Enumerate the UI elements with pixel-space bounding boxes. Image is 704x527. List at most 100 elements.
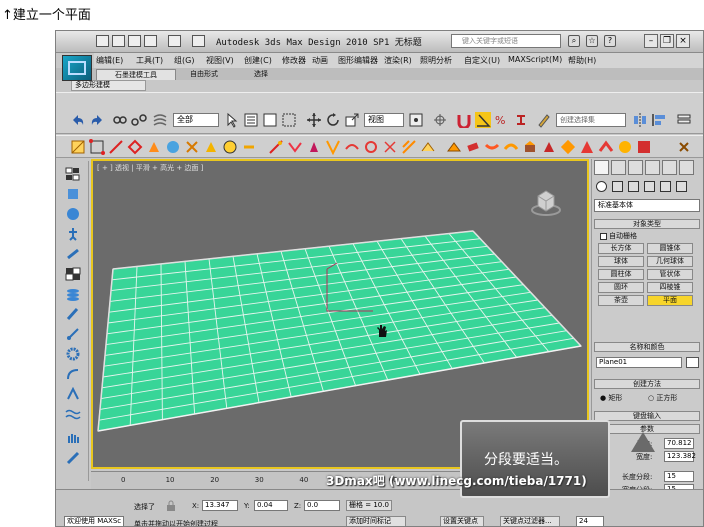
tube-button[interactable]: 管状体	[647, 269, 693, 280]
weld-icon[interactable]	[579, 139, 595, 155]
menu-views[interactable]: 视图(V)	[206, 55, 234, 66]
key-filters-button[interactable]: 关键点过滤器...	[500, 516, 560, 526]
square-radio[interactable]: ○ 正方形	[648, 393, 677, 403]
menu-graph-editors[interactable]: 图形编辑器	[338, 55, 378, 66]
cone-button[interactable]: 圆锥体	[647, 243, 693, 254]
maxscript-listener[interactable]: 欢迎使用 MAXSc	[64, 516, 124, 526]
link-icon[interactable]	[112, 112, 128, 128]
rotate-icon[interactable]	[325, 112, 341, 128]
menu-create[interactable]: 创建(C)	[244, 55, 272, 66]
checker-icon[interactable]	[65, 267, 81, 281]
swift-loop-icon[interactable]	[268, 139, 284, 155]
lock-icon[interactable]	[166, 500, 176, 512]
undo-arrow-icon[interactable]	[70, 112, 86, 128]
more-tools-icon[interactable]	[676, 139, 692, 155]
menu-maxscript[interactable]: MAXScript(M)	[508, 55, 562, 64]
set-key-button[interactable]: 设置关键点	[440, 516, 484, 526]
menu-help[interactable]: 帮助(H)	[568, 55, 596, 66]
viewcube-icon[interactable]	[530, 186, 562, 218]
search-input[interactable]: 键入关键字或短语	[451, 34, 561, 48]
inset-icon[interactable]	[484, 139, 500, 155]
menu-edit[interactable]: 编辑(E)	[96, 55, 123, 66]
shift-icon[interactable]	[363, 139, 379, 155]
name-color-header[interactable]: 名称和颜色	[594, 342, 700, 352]
pivot-center-icon[interactable]	[408, 112, 424, 128]
reference-coord-select[interactable]: 视图	[364, 113, 404, 127]
object-type-header[interactable]: 对象类型	[594, 219, 700, 229]
pyramid-tool-icon[interactable]	[203, 139, 219, 155]
layer-manager-icon[interactable]	[676, 112, 692, 128]
cylinder-button[interactable]: 圆柱体	[598, 269, 644, 280]
star-icon[interactable]: ☆	[586, 35, 598, 47]
select-by-name-icon[interactable]	[243, 112, 259, 128]
cap-icon[interactable]	[617, 139, 633, 155]
modify-tab-icon[interactable]	[611, 160, 626, 175]
primitive-category-select[interactable]: 标准基本体	[594, 199, 700, 212]
creation-method-header[interactable]: 创建方法	[594, 379, 700, 389]
sphere-icon[interactable]	[65, 207, 81, 221]
tab-freeform[interactable]: 自由形式	[174, 69, 234, 80]
cameras-icon[interactable]	[644, 181, 655, 192]
autogrid-checkbox[interactable]: 自动栅格	[600, 231, 637, 241]
selection-filter-select[interactable]: 全部	[173, 113, 219, 127]
hand-icon[interactable]	[65, 431, 81, 445]
shapes-icon[interactable]	[612, 181, 623, 192]
undo-icon[interactable]	[144, 35, 157, 47]
bend-icon[interactable]	[65, 367, 81, 381]
tab-graphite-modeling[interactable]: 石墨建模工具	[96, 69, 176, 80]
object-color-swatch[interactable]	[686, 357, 699, 368]
menu-lighting-analysis[interactable]: 照明分析	[420, 55, 452, 66]
subdivide-icon[interactable]	[636, 139, 652, 155]
geometry-icon[interactable]	[596, 181, 607, 192]
display-tab-icon[interactable]	[662, 160, 677, 175]
create-tab-icon[interactable]	[594, 160, 609, 175]
help-icon[interactable]: ?	[604, 35, 616, 47]
motion-tab-icon[interactable]	[645, 160, 660, 175]
window-crossing-icon[interactable]	[281, 112, 297, 128]
named-selection-select[interactable]: 创建选择集	[556, 113, 626, 127]
y-coordinate-field[interactable]: 0.04	[254, 500, 288, 511]
utilities-tab-icon[interactable]	[679, 160, 694, 175]
length-field[interactable]: 70.812	[664, 438, 694, 449]
binoculars-icon[interactable]: ⌕	[568, 35, 580, 47]
bevel-icon[interactable]	[465, 139, 481, 155]
menu-group[interactable]: 组(G)	[174, 55, 194, 66]
pyramid-button[interactable]: 四棱锥	[647, 282, 693, 293]
target-weld-icon[interactable]	[598, 139, 614, 155]
draw-on-icon[interactable]	[325, 139, 341, 155]
unlink-icon[interactable]	[131, 112, 147, 128]
helpers-icon[interactable]	[660, 181, 671, 192]
add-time-tag-button[interactable]: 添加时间标记	[346, 516, 406, 526]
keyboard-entry-header[interactable]: 键盘输入	[594, 411, 700, 421]
rectangle-radio[interactable]: ● 矩形	[600, 393, 622, 403]
redo-icon[interactable]	[168, 35, 181, 47]
project-folder-icon[interactable]	[192, 35, 205, 47]
edit-named-selection-icon[interactable]	[536, 112, 552, 128]
relax-icon[interactable]	[344, 139, 360, 155]
select-manipulate-icon[interactable]	[432, 112, 448, 128]
gear-icon[interactable]	[65, 347, 81, 361]
layers-icon[interactable]	[65, 287, 81, 301]
close-button[interactable]: ×	[676, 34, 690, 48]
hinge-icon[interactable]	[541, 139, 557, 155]
bind-space-warp-icon[interactable]	[152, 112, 168, 128]
tab-polygon-modeling[interactable]: 多边形建模	[71, 80, 146, 91]
box-button[interactable]: 长方体	[598, 243, 644, 254]
conform-icon[interactable]	[382, 139, 398, 155]
menu-modifiers[interactable]: 修改器	[282, 55, 306, 66]
sphere-tool-icon[interactable]	[222, 139, 238, 155]
pencil-icon[interactable]	[65, 307, 81, 321]
menu-animation[interactable]: 动画	[312, 55, 328, 66]
chamfer-icon[interactable]	[560, 139, 576, 155]
torus-button[interactable]: 圆环	[598, 282, 644, 293]
cylinder-icon[interactable]	[65, 187, 81, 201]
polygon-edit-icon[interactable]	[70, 139, 86, 155]
mirror-icon[interactable]	[632, 112, 648, 128]
paint-connect-icon[interactable]	[287, 139, 303, 155]
brush-icon[interactable]	[65, 327, 81, 341]
hierarchy-tab-icon[interactable]	[628, 160, 643, 175]
plane-button[interactable]: 平面	[647, 295, 693, 306]
space-warps-icon[interactable]	[676, 181, 687, 192]
restore-button[interactable]: ❐	[660, 34, 674, 48]
angle-snap-icon[interactable]	[475, 112, 491, 128]
